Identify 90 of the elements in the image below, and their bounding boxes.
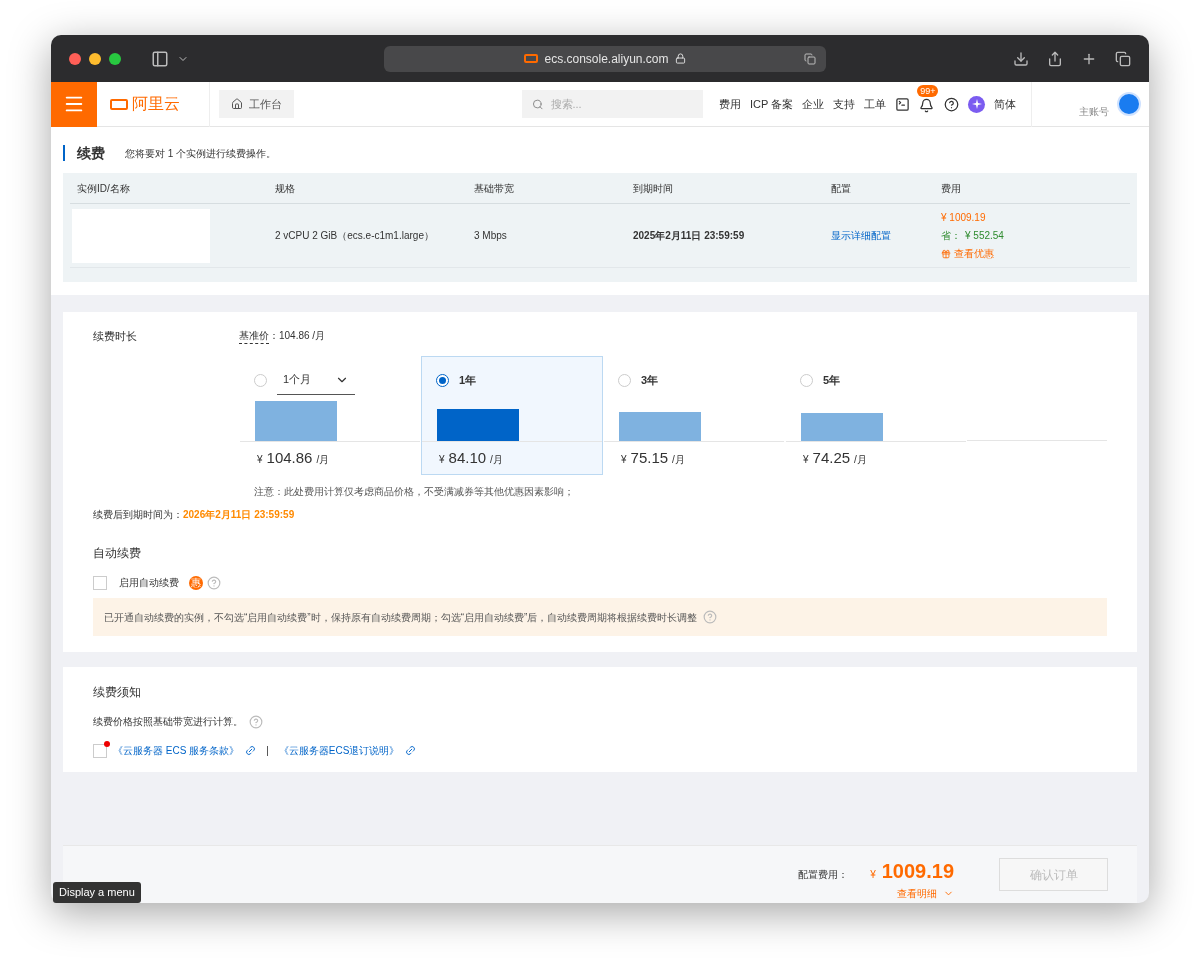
link-separator: | <box>266 744 269 758</box>
column-header: 基础带宽 <box>474 182 514 194</box>
sidebar-icon[interactable] <box>151 49 169 68</box>
share-icon[interactable] <box>1047 50 1063 67</box>
assistant-icon[interactable] <box>968 95 986 113</box>
unit: /月 <box>672 453 685 467</box>
gift-icon <box>941 248 951 259</box>
currency: ¥ <box>803 453 809 467</box>
workbench-button[interactable]: 工作台 <box>219 90 294 118</box>
saving-label: 省： <box>941 229 961 243</box>
logo-icon <box>110 98 128 110</box>
search-icon <box>532 97 544 111</box>
page-title: 续费 <box>77 143 105 163</box>
search-box[interactable]: 搜索... <box>522 90 703 118</box>
price: 74.25 <box>812 448 851 468</box>
option-label: 5年 <box>823 372 841 388</box>
nav-link[interactable]: 企业 <box>802 95 825 113</box>
table-cell: 2025年2月11日 23:59:59 <box>633 230 745 241</box>
option-label: 1年 <box>459 372 477 388</box>
currency: ¥ <box>621 453 627 467</box>
column-header: 实例ID/名称 <box>77 182 130 194</box>
price: 75.15 <box>630 448 669 468</box>
price: 104.86 <box>266 448 313 468</box>
radio-button[interactable] <box>436 373 449 387</box>
download-icon[interactable] <box>1013 50 1029 67</box>
nav-link[interactable]: ICP 备案 <box>750 95 794 113</box>
column-header: 规格 <box>275 182 295 194</box>
minimize-window-icon[interactable] <box>89 52 101 65</box>
nav-link[interactable]: 工单 <box>864 95 887 113</box>
agreement-link[interactable]: 《云服务器 ECS 服务条款》 <box>113 743 240 758</box>
menu-button[interactable] <box>51 81 97 127</box>
unit: /月 <box>490 453 503 467</box>
unit: /月 <box>854 453 867 467</box>
notification-badge: 99+ <box>917 85 939 97</box>
duration-option[interactable]: 5年 ¥ 74.25 /月 <box>785 356 967 475</box>
duration-option[interactable]: 1个月 ¥ 104.86 /月 <box>239 356 421 475</box>
new-expiry: 2026年2月11日 23:59:59 <box>183 508 295 522</box>
nav-link[interactable]: 支持 <box>833 95 856 113</box>
close-window-icon[interactable] <box>69 52 81 65</box>
currency: ¥ <box>257 453 263 467</box>
config-link[interactable]: 显示详细配置 <box>831 230 891 241</box>
language-link[interactable]: 简体 <box>994 95 1017 113</box>
brand-name: 阿里云 <box>132 94 180 114</box>
page-subtitle: 您将要对 1 个实例进行续费操作。 <box>125 146 277 161</box>
url-text: ecs.console.aliyun.com <box>544 50 669 68</box>
discount-badge: 惠 <box>189 575 203 590</box>
base-price: ：104.86 /月 <box>269 329 326 343</box>
option-label: 3年 <box>641 372 659 388</box>
total-price: 1009.19 <box>881 859 954 884</box>
section-title: 续费须知 <box>93 684 142 701</box>
home-icon <box>231 98 243 110</box>
price-text: ¥ 1009.19 <box>941 211 987 225</box>
bell-icon[interactable] <box>919 98 935 113</box>
avatar-icon[interactable] <box>1117 92 1141 116</box>
lock-icon <box>674 53 686 64</box>
table-cell: 3 Mbps <box>474 230 507 241</box>
site-logo-icon <box>524 54 539 63</box>
agreement-link[interactable]: 《云服务器ECS退订说明》 <box>278 743 400 758</box>
column-header: 配置 <box>831 182 851 194</box>
column-header: 费用 <box>941 182 961 194</box>
search-field[interactable]: 搜索... <box>550 95 693 113</box>
notice-text: 已开通自动续费的实例，不勾选“启用自动续费”时，保持原有自动续费周期；勾选“启用自动续费”后，自动续费周期将根据续费时长调整 <box>104 610 698 625</box>
agreement-checkbox[interactable] <box>93 743 107 758</box>
saving-amount: ¥ 552.54 <box>965 229 1004 243</box>
address-bar[interactable]: ecs.console.aliyun.com <box>384 45 826 72</box>
auto-renew-checkbox[interactable] <box>93 575 107 590</box>
unit: /月 <box>316 453 330 467</box>
zoom-window-icon[interactable] <box>109 52 121 65</box>
checkbox-label: 启用自动续费 <box>119 576 179 590</box>
cost-label: 配置费用： <box>798 868 849 882</box>
section-title: 自动续费 <box>93 545 142 562</box>
tooltip: Display a menu <box>53 882 141 903</box>
nav-link[interactable]: 费用 <box>719 95 741 113</box>
account-label: 主账号 <box>1079 104 1109 119</box>
month-select[interactable]: 1个月 <box>277 365 355 395</box>
table-cell: 2 vCPU 2 GiB（ecs.e-c1m1.large） <box>275 230 434 241</box>
terminal-icon[interactable] <box>895 96 911 112</box>
tabs-icon[interactable] <box>1115 50 1131 67</box>
duration-option[interactable]: 1年 ¥ 84.10 /月 <box>421 356 603 475</box>
new-expiry-label: 续费后到期时间为： <box>93 508 183 522</box>
price: 84.10 <box>448 448 487 468</box>
duration-option[interactable]: 3年 ¥ 75.15 /月 <box>603 356 785 475</box>
column-header: 到期时间 <box>633 182 673 194</box>
terms-text: 续费价格按照基础带宽进行计算。 <box>93 715 243 729</box>
help-icon[interactable] <box>944 96 960 112</box>
base-price-label: 基准价 <box>239 328 269 344</box>
section-label: 续费时长 <box>93 329 138 344</box>
currency: ¥ <box>439 453 445 467</box>
price-note: 注意：此处费用计算仅考虑商品价格，不受满减券等其他优惠因素影响； <box>253 485 575 499</box>
currency: ¥ <box>870 868 876 882</box>
